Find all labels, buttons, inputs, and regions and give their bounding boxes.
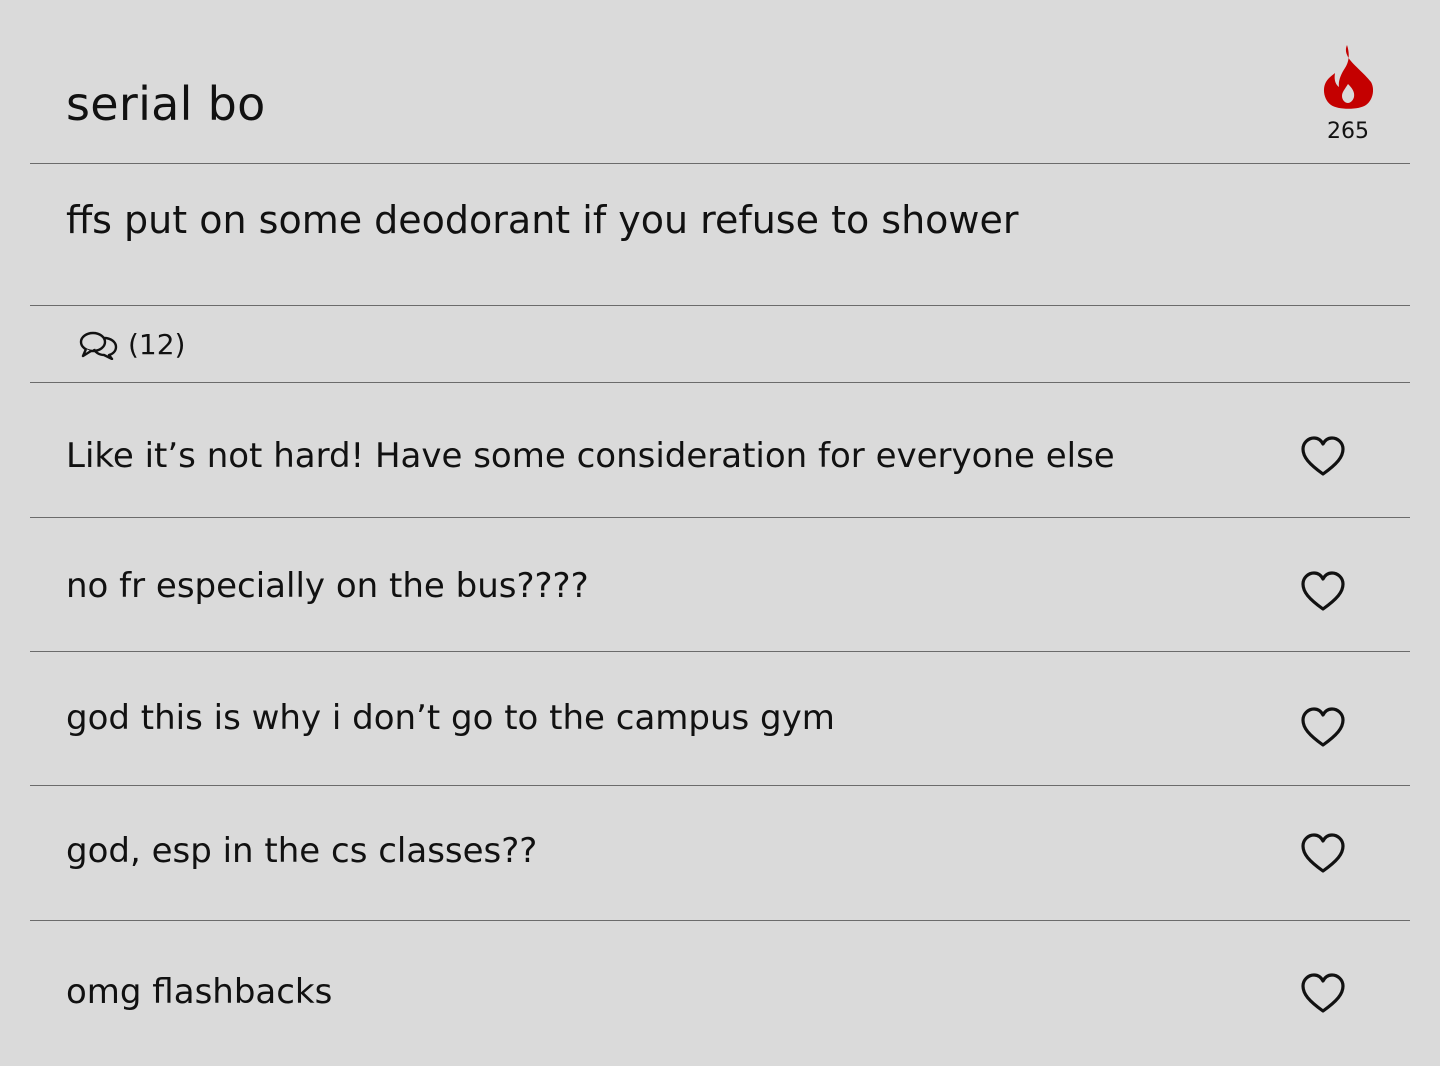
like-button[interactable] [1300, 435, 1346, 477]
post-text: ffs put on some deodorant if you refuse … [66, 198, 1019, 242]
heart-outline-icon [1301, 571, 1345, 611]
like-button[interactable] [1300, 570, 1346, 612]
comments-bar: (12) [30, 306, 1410, 383]
comment-item: god, esp in the cs classes?? [30, 786, 1410, 921]
comment-item: Like it’s not hard! Have some considerat… [30, 383, 1410, 518]
comment-text: god this is why i don’t go to the campus… [66, 698, 835, 738]
comment-item: omg flashbacks [30, 921, 1410, 1066]
flame-icon [1323, 45, 1373, 109]
post-body: ffs put on some deodorant if you refuse … [30, 164, 1410, 306]
heart-outline-icon [1301, 436, 1345, 476]
speech-bubbles-icon [79, 331, 118, 360]
heart-outline-icon [1301, 707, 1345, 747]
comments-toggle-button[interactable]: (12) [78, 328, 185, 362]
heart-outline-icon [1301, 833, 1345, 873]
post-header: serial bo 265 [30, 0, 1410, 164]
comment-text: no fr especially on the bus???? [66, 566, 589, 606]
comment-item: god this is why i don’t go to the campus… [30, 652, 1410, 786]
heart-outline-icon [1301, 973, 1345, 1013]
comment-text: Like it’s not hard! Have some considerat… [66, 436, 1115, 476]
post-title: serial bo [66, 77, 266, 131]
comment-text: omg flashbacks [66, 972, 333, 1012]
like-button[interactable] [1300, 832, 1346, 874]
comment-text: god, esp in the cs classes?? [66, 831, 538, 871]
like-button[interactable] [1300, 706, 1346, 748]
comment-count: (12) [128, 328, 186, 361]
score-count: 265 [1327, 119, 1369, 144]
post-page: serial bo 265 ffs put on some deodorant … [0, 0, 1440, 1066]
comment-item: no fr especially on the bus???? [30, 518, 1410, 652]
like-button[interactable] [1300, 972, 1346, 1014]
score-badge: 265 [1316, 44, 1380, 146]
